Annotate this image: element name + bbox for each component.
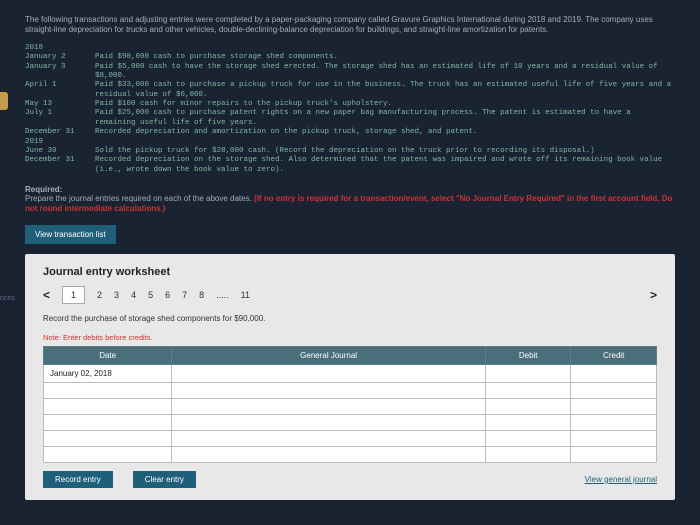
required-label: Required: <box>25 185 62 194</box>
header-debit: Debit <box>485 346 571 364</box>
tab-6[interactable]: 6 <box>165 290 170 300</box>
header-credit: Credit <box>571 346 657 364</box>
tab-1[interactable]: 1 <box>62 286 85 304</box>
required-section: Required: Prepare the journal entries re… <box>25 185 675 215</box>
worksheet-title: Journal entry worksheet <box>43 266 657 278</box>
view-general-journal-link[interactable]: View general journal <box>585 471 657 488</box>
table-row[interactable] <box>44 414 657 430</box>
table-row[interactable] <box>44 382 657 398</box>
tab-ellipsis: ..... <box>216 290 229 300</box>
side-cut-text: nces <box>0 295 15 302</box>
tab-4[interactable]: 4 <box>131 290 136 300</box>
journal-entry-worksheet: Journal entry worksheet < 1 2 3 4 5 6 7 … <box>25 254 675 500</box>
credit-cell[interactable] <box>571 364 657 382</box>
table-row[interactable] <box>44 446 657 462</box>
view-transaction-list-button[interactable]: View transaction list <box>25 225 116 244</box>
intro-text: The following transactions and adjusting… <box>25 15 675 36</box>
tab-8[interactable]: 8 <box>199 290 204 300</box>
tab-2[interactable]: 2 <box>97 290 102 300</box>
chevron-right-icon[interactable]: > <box>650 288 657 302</box>
header-general-journal: General Journal <box>172 346 486 364</box>
clear-entry-button[interactable]: Clear entry <box>133 471 196 488</box>
transaction-list: 2018 January 2Paid $90,000 cash to purch… <box>25 44 675 175</box>
tab-5[interactable]: 5 <box>148 290 153 300</box>
journal-entry-table: Date General Journal Debit Credit Januar… <box>43 346 657 463</box>
year-2019: 2019 <box>25 138 675 147</box>
chevron-left-icon[interactable]: < <box>43 288 50 302</box>
record-entry-button[interactable]: Record entry <box>43 471 113 488</box>
tab-3[interactable]: 3 <box>114 290 119 300</box>
year-2018: 2018 <box>25 44 675 53</box>
table-row[interactable] <box>44 430 657 446</box>
table-row[interactable]: January 02, 2018 <box>44 364 657 382</box>
worksheet-note: Note: Enter debits before credits. <box>43 333 657 342</box>
table-row[interactable] <box>44 398 657 414</box>
worksheet-tabs: < 1 2 3 4 5 6 7 8 ..... 11 > <box>43 286 657 304</box>
date-cell[interactable]: January 02, 2018 <box>44 364 172 382</box>
header-date: Date <box>44 346 172 364</box>
tab-7[interactable]: 7 <box>182 290 187 300</box>
debit-cell[interactable] <box>485 364 571 382</box>
cursor-icon: ↖ <box>630 420 640 434</box>
worksheet-instruction: Record the purchase of storage shed comp… <box>43 314 657 323</box>
account-cell[interactable] <box>172 364 486 382</box>
tab-11[interactable]: 11 <box>241 290 250 300</box>
required-text-1: Prepare the journal entries required on … <box>25 194 254 203</box>
